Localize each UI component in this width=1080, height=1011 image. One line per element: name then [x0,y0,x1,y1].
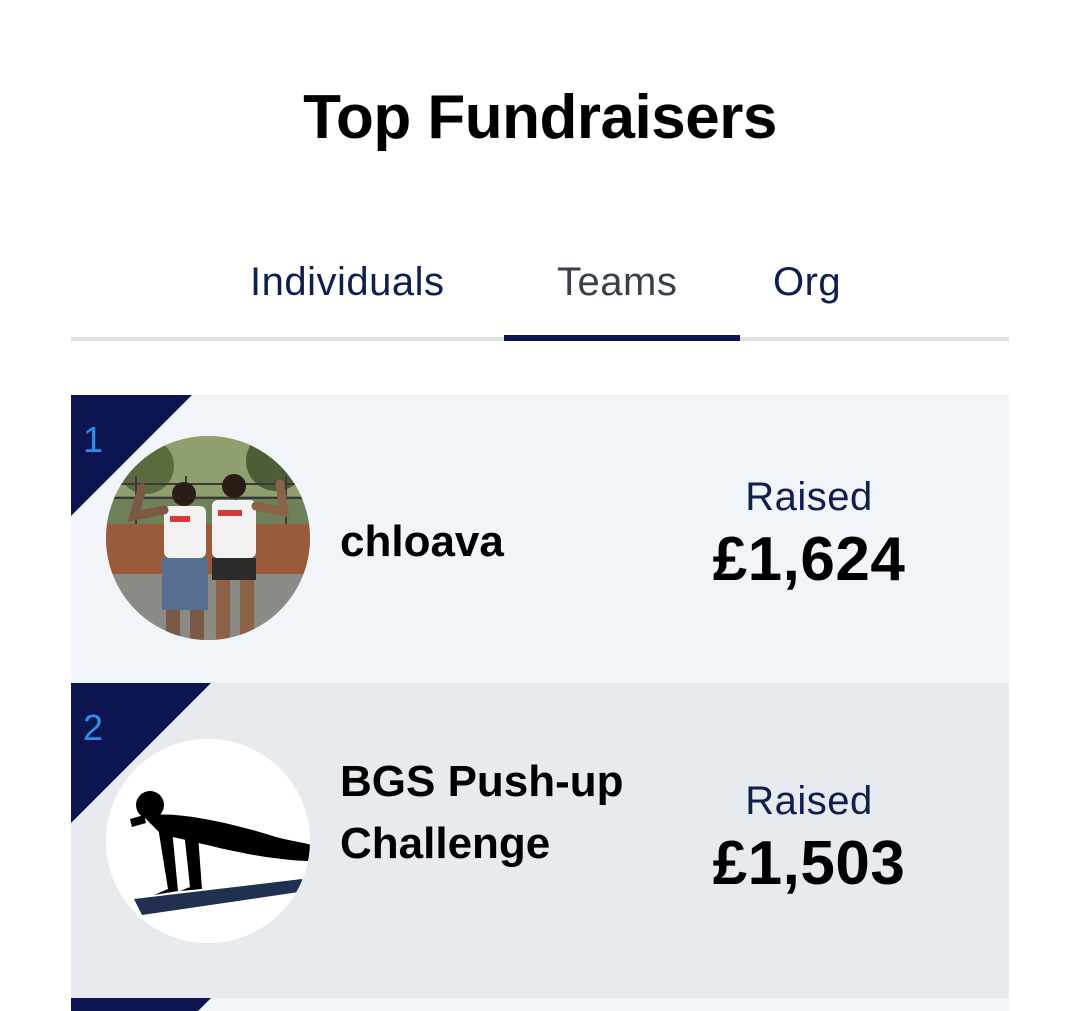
tab-teams[interactable]: Teams [557,260,677,305]
rank-number: 1 [83,419,104,460]
leaderboard-row[interactable]: 2 BGS Push-up Challenge Raised £1,503 [71,683,1009,998]
top-fundraisers-page: Top Fundraisers Individuals Teams Org 1 [0,0,1080,1011]
raised-amount: £1,503 [712,829,906,898]
rank-number: 2 [83,707,104,748]
tab-individuals[interactable]: Individuals [250,260,445,305]
leaderboard-row[interactable] [71,998,1009,1011]
raised-label: Raised [745,475,873,519]
leaderboard-row[interactable]: 1 chloava Raised £1,624 [71,395,1009,683]
team-photo-icon [106,436,310,640]
avatar[interactable] [106,739,310,943]
team-name[interactable]: BGS Push-up Challenge [340,751,630,875]
page-title: Top Fundraisers [303,83,777,152]
tab-org[interactable]: Org [773,260,841,305]
avatar[interactable] [106,436,310,640]
raised-block: Raised £1,503 [661,779,957,899]
raised-label: Raised [745,779,873,823]
team-name[interactable]: chloava [340,511,630,573]
fundraiser-tabs: Individuals Teams Org [71,250,1009,342]
raised-block: Raised £1,624 [661,475,957,595]
active-tab-indicator [504,335,740,341]
push-up-silhouette-icon [106,739,310,943]
raised-amount: £1,624 [712,525,906,594]
rank-flag [71,998,211,1011]
